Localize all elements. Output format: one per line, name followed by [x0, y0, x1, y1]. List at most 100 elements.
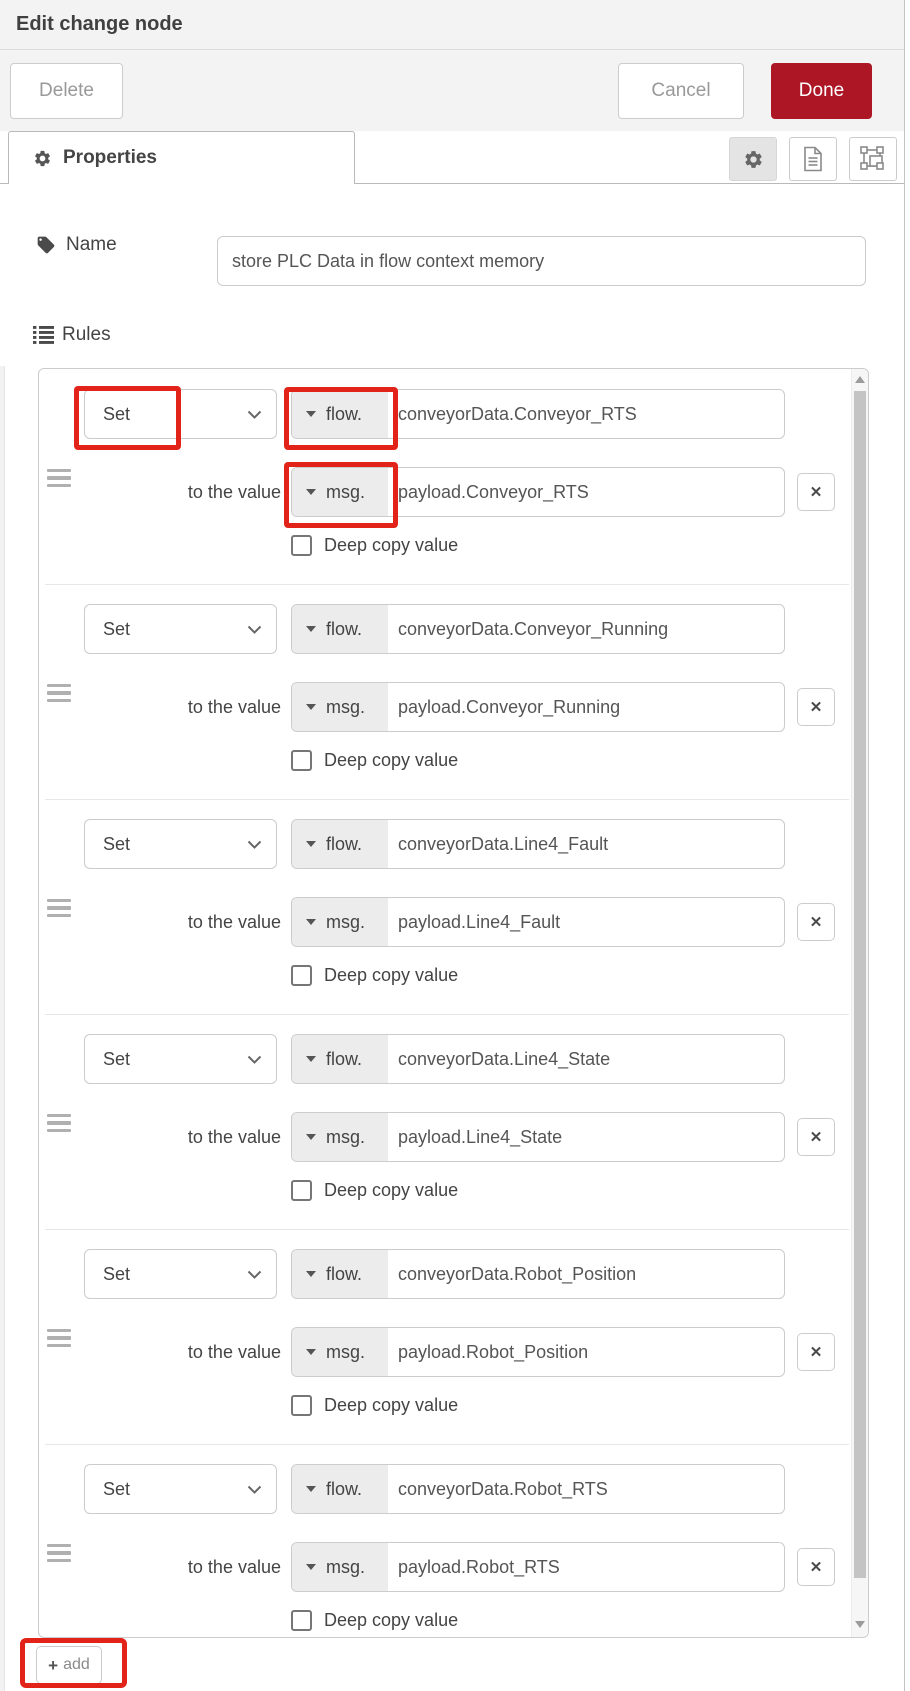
rule-action-select[interactable]: Set — [84, 1464, 277, 1514]
value-property-input[interactable]: payload.Conveyor_RTS — [388, 468, 589, 516]
gear-icon — [743, 149, 764, 170]
deep-copy-row: Deep copy value — [291, 1180, 458, 1201]
rule-action-select[interactable]: Set — [84, 604, 277, 654]
drag-handle-icon[interactable] — [47, 1544, 71, 1562]
value-property-input[interactable]: payload.Robot_Position — [388, 1328, 588, 1376]
drag-handle-icon[interactable] — [47, 1329, 71, 1347]
delete-button[interactable]: Delete — [10, 63, 123, 119]
deep-copy-checkbox[interactable] — [291, 1180, 312, 1201]
tray-left-edge — [0, 366, 5, 1691]
deep-copy-row: Deep copy value — [291, 965, 458, 986]
value-type-button[interactable]: msg. — [292, 1113, 388, 1161]
group-selection-icon — [860, 146, 886, 172]
target-type-button[interactable]: flow. — [292, 390, 388, 438]
dialog-title: Edit change node — [16, 13, 183, 36]
remove-rule-button[interactable]: ✕ — [797, 903, 835, 941]
caret-down-icon — [306, 1349, 316, 1355]
target-property-input[interactable]: conveyorData.Robot_Position — [388, 1250, 636, 1298]
value-type-label: msg. — [326, 1342, 365, 1363]
value-property-input[interactable]: payload.Line4_State — [388, 1113, 562, 1161]
deep-copy-checkbox[interactable] — [291, 535, 312, 556]
rule-value-typed-input: msg. payload.Robot_RTS — [291, 1542, 785, 1592]
target-type-button[interactable]: flow. — [292, 1250, 388, 1298]
rule-target-typed-input: flow. conveyorData.Line4_Fault — [291, 819, 785, 869]
value-type-button[interactable]: msg. — [292, 898, 388, 946]
drag-handle-icon[interactable] — [47, 684, 71, 702]
value-type-button[interactable]: msg. — [292, 1543, 388, 1591]
rule-target-typed-input: flow. conveyorData.Conveyor_RTS — [291, 389, 785, 439]
remove-rule-button[interactable]: ✕ — [797, 1118, 835, 1156]
deep-copy-checkbox[interactable] — [291, 750, 312, 771]
value-property-input[interactable]: payload.Robot_RTS — [388, 1543, 560, 1591]
to-the-value-label: to the value — [99, 1112, 281, 1162]
chevron-down-icon — [247, 625, 262, 634]
add-rule-button[interactable]: + add — [36, 1646, 102, 1684]
rule-target-typed-input: flow. conveyorData.Conveyor_Running — [291, 604, 785, 654]
rule-target-typed-input: flow. conveyorData.Robot_Position — [291, 1249, 785, 1299]
scroll-up-arrow-icon[interactable] — [855, 376, 865, 383]
tag-icon — [36, 235, 56, 255]
value-type-button[interactable]: msg. — [292, 683, 388, 731]
plus-icon: + — [48, 1657, 58, 1674]
rule-action-select[interactable]: Set — [84, 1034, 277, 1084]
to-the-value-label: to the value — [99, 1327, 281, 1377]
to-the-value-label: to the value — [99, 682, 281, 732]
scrollbar-thumb[interactable] — [854, 391, 866, 1578]
appearance-group-icon-button[interactable] — [849, 137, 897, 181]
remove-rule-button[interactable]: ✕ — [797, 1548, 835, 1586]
document-icon — [802, 146, 824, 172]
deep-copy-checkbox[interactable] — [291, 965, 312, 986]
rule-action-select[interactable]: Set — [84, 819, 277, 869]
name-field-label: Name — [36, 234, 117, 256]
drag-handle-icon[interactable] — [47, 1114, 71, 1132]
rule-action-label: Set — [103, 619, 130, 640]
cancel-button[interactable]: Cancel — [618, 63, 744, 119]
value-property-input[interactable]: payload.Conveyor_Running — [388, 683, 620, 731]
remove-rule-button[interactable]: ✕ — [797, 688, 835, 726]
deep-copy-label: Deep copy value — [324, 965, 458, 986]
value-type-label: msg. — [326, 1127, 365, 1148]
value-type-button[interactable]: msg. — [292, 468, 388, 516]
properties-panel: Name Rules Set — [0, 184, 904, 1691]
rule-action-select[interactable]: Set — [84, 389, 277, 439]
value-type-button[interactable]: msg. — [292, 1328, 388, 1376]
drag-handle-icon[interactable] — [47, 469, 71, 487]
caret-down-icon — [306, 1271, 316, 1277]
deep-copy-checkbox[interactable] — [291, 1395, 312, 1416]
rule-value-typed-input: msg. payload.Conveyor_Running — [291, 682, 785, 732]
chevron-down-icon — [247, 1055, 262, 1064]
rule-row: Set flow. conveyorData.Robot_RTS to the … — [39, 1444, 851, 1637]
caret-down-icon — [306, 489, 316, 495]
target-property-input[interactable]: conveyorData.Line4_State — [388, 1035, 610, 1083]
rules-scrollbar[interactable] — [851, 369, 868, 1637]
description-icon-button[interactable] — [789, 137, 837, 181]
caret-down-icon — [306, 411, 316, 417]
to-the-value-label: to the value — [99, 897, 281, 947]
value-type-label: msg. — [326, 482, 365, 503]
target-property-input[interactable]: conveyorData.Conveyor_Running — [388, 605, 668, 653]
caret-down-icon — [306, 1564, 316, 1570]
target-type-button[interactable]: flow. — [292, 1035, 388, 1083]
deep-copy-checkbox[interactable] — [291, 1610, 312, 1631]
target-type-label: flow. — [326, 404, 362, 425]
done-button[interactable]: Done — [771, 63, 872, 119]
drag-handle-icon[interactable] — [47, 899, 71, 917]
rule-action-label: Set — [103, 834, 130, 855]
target-type-button[interactable]: flow. — [292, 820, 388, 868]
rule-action-select[interactable]: Set — [84, 1249, 277, 1299]
remove-rule-button[interactable]: ✕ — [797, 1333, 835, 1371]
rule-row: Set flow. conveyorData.Line4_Fault to th… — [39, 799, 851, 1014]
tab-properties[interactable]: Properties — [8, 131, 355, 184]
target-type-button[interactable]: flow. — [292, 1465, 388, 1513]
target-type-label: flow. — [326, 1479, 362, 1500]
target-property-input[interactable]: conveyorData.Line4_Fault — [388, 820, 608, 868]
rule-row: Set flow. conveyorData.Conveyor_RTS to t… — [39, 369, 851, 584]
properties-icon-button[interactable] — [729, 137, 777, 181]
target-property-input[interactable]: conveyorData.Robot_RTS — [388, 1465, 608, 1513]
target-property-input[interactable]: conveyorData.Conveyor_RTS — [388, 390, 637, 438]
remove-rule-button[interactable]: ✕ — [797, 473, 835, 511]
scroll-down-arrow-icon[interactable] — [855, 1621, 865, 1628]
value-property-input[interactable]: payload.Line4_Fault — [388, 898, 560, 946]
target-type-button[interactable]: flow. — [292, 605, 388, 653]
name-input[interactable] — [217, 236, 866, 286]
